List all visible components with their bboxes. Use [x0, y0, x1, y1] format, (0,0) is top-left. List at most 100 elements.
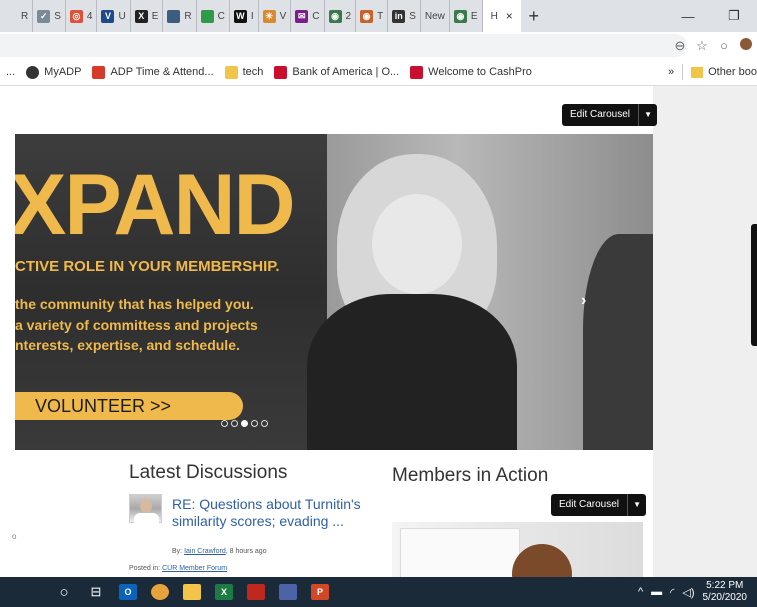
carousel-dot[interactable] [261, 420, 268, 427]
browser-tab[interactable]: ◎ 4 [66, 0, 98, 32]
chevron-down-icon[interactable]: ▼ [639, 104, 658, 126]
author-link[interactable]: Iain Crawford [184, 548, 226, 555]
bookmark-item[interactable]: MyADP [26, 65, 81, 79]
browser-tab[interactable]: ◉ 2 [325, 0, 357, 32]
bookmark-label: Bank of America | O... [292, 66, 400, 78]
bookmark-label: ADP Time & Attend... [110, 66, 214, 78]
carousel-dot[interactable] [251, 420, 258, 427]
volunteer-button[interactable]: VOLUNTEER >> [15, 392, 243, 420]
bookmark-item[interactable]: Welcome to CashPro [410, 65, 532, 79]
browser-tab[interactable]: ◉ E [450, 0, 483, 32]
taskbar-clock[interactable]: 5:22 PM 5/20/2020 [703, 580, 748, 604]
members-carousel-image[interactable] [392, 522, 643, 577]
browser-tab-label: C [217, 10, 225, 22]
bookmark-item[interactable]: Bank of America | O... [274, 65, 400, 79]
task-view-icon[interactable]: ⊟ [80, 577, 112, 607]
author-avatar[interactable] [129, 494, 162, 524]
window-controls: — ❐ [665, 0, 757, 32]
browser-tab[interactable]: ◉ T [356, 0, 389, 32]
hero-carousel[interactable]: XPAND CTIVE ROLE IN YOUR MEMBERSHIP. the… [15, 134, 653, 450]
bookmark-star-icon[interactable]: ☆ [691, 38, 713, 54]
posted-in-label: Posted in: [129, 565, 161, 572]
active-tab[interactable]: H × [482, 0, 521, 32]
browser-tab[interactable]: New [421, 0, 450, 32]
browser-tab-label: S [54, 10, 61, 22]
carousel-next-icon[interactable]: › [581, 292, 586, 310]
minimize-window-icon[interactable]: — [665, 9, 711, 24]
bookmarks-divider [682, 64, 684, 80]
carousel-dot[interactable] [241, 420, 248, 427]
powerpoint-icon[interactable]: P [304, 577, 336, 607]
tab-favicon: W [233, 9, 247, 23]
browser-tab[interactable]: C [197, 0, 230, 32]
system-tray: ^ ▬ ◜ ◁) 5:22 PM 5/20/2020 [638, 580, 757, 604]
edit-carousel-button[interactable]: Edit Carousel [562, 104, 640, 126]
outlook-icon-glyph: O [119, 584, 137, 600]
restore-window-icon[interactable]: ❐ [711, 8, 757, 24]
browser-tab-label: 4 [86, 10, 93, 22]
url-input[interactable] [0, 34, 687, 57]
side-feedback-tab[interactable] [751, 224, 757, 346]
tab-favicon: ◉ [453, 9, 467, 23]
hero-photo [307, 134, 653, 450]
excel-icon-glyph: X [215, 584, 233, 600]
browser-tab[interactable]: WI [230, 0, 259, 32]
carousel-dots [221, 420, 268, 427]
discussion-post-link[interactable]: RE: Questions about Turnitin's similarit… [172, 496, 362, 530]
tab-favicon: V [101, 9, 115, 23]
carousel-dot[interactable] [221, 420, 228, 427]
new-tab-button[interactable]: + [521, 6, 547, 27]
browser-tab[interactable]: ✉ C [291, 0, 325, 32]
carousel-dot[interactable] [231, 420, 238, 427]
omnibar-actions: ⊖ ☆ ○ [669, 32, 757, 59]
file-explorer-icon[interactable] [176, 577, 208, 607]
bookmarks-bar: ... MyADP ADP Time & Attend... tech Bank of … [0, 59, 757, 86]
clock-time: 5:22 PM [706, 580, 744, 591]
browser-tab[interactable]: ✳ V [259, 0, 292, 32]
folder-icon [224, 65, 238, 79]
other-bookmarks-button[interactable]: Other boo [708, 66, 757, 78]
tab-favicon [4, 9, 17, 23]
extension-record-icon[interactable]: ○ [713, 38, 735, 53]
excel-icon[interactable]: X [208, 577, 240, 607]
forum-link[interactable]: CUR Member Forum [162, 565, 227, 572]
browser-tab[interactable]: XE [131, 0, 164, 32]
address-bar: ⊖ ☆ ○ [0, 32, 757, 59]
chevron-down-icon[interactable]: ▼ [628, 494, 647, 516]
more-bookmarks-button[interactable]: » [668, 66, 674, 78]
outlook-icon[interactable]: O [112, 577, 144, 607]
file-explorer-icon-glyph [183, 584, 201, 600]
bookmark-item[interactable]: tech [224, 65, 264, 79]
teams-icon-glyph [279, 584, 297, 600]
bookmark-item[interactable]: ... [6, 66, 15, 78]
bookmark-label: tech [242, 66, 264, 78]
browser-tab[interactable]: R [0, 0, 34, 32]
tray-chevron-icon[interactable]: ^ [638, 586, 643, 598]
tab-favicon: ◉ [360, 9, 374, 23]
zoom-icon[interactable]: ⊖ [669, 38, 691, 54]
teams-icon[interactable] [272, 577, 304, 607]
browser-tab[interactable]: ✓ S [33, 0, 66, 32]
browser-tab[interactable]: in S [388, 0, 421, 32]
hero-line-2: a variety of committess and projects [15, 317, 258, 333]
acrobat-icon[interactable] [240, 577, 272, 607]
cortana-search-icon[interactable]: ○ [48, 577, 80, 607]
powerpoint-icon-glyph: P [311, 584, 329, 600]
edit-carousel-button[interactable]: Edit Carousel [551, 494, 629, 516]
bookmark-item[interactable]: ADP Time & Attend... [92, 65, 214, 79]
browser-tab[interactable]: VU [97, 0, 131, 32]
post-by-label: By: [172, 548, 183, 555]
wifi-icon[interactable]: ◜ [670, 586, 674, 599]
chrome-icon[interactable] [144, 577, 176, 607]
edit-carousel-bottom: Edit Carousel ▼ [551, 494, 647, 516]
browser-tab[interactable]: R [163, 0, 197, 32]
windows-taskbar: ○ ⊟ O X P ^ ▬ ◜ ◁) 5:22 PM 5/20/2020 [0, 577, 757, 607]
tab-favicon: ✳ [262, 9, 276, 23]
adp-icon [92, 65, 106, 79]
battery-icon[interactable]: ▬ [651, 586, 662, 598]
edit-carousel-top: Edit Carousel ▼ [562, 104, 658, 126]
profile-avatar[interactable] [735, 38, 757, 53]
bofa-icon [410, 65, 424, 79]
volume-icon[interactable]: ◁) [682, 586, 694, 599]
close-tab-icon[interactable]: × [506, 9, 513, 23]
